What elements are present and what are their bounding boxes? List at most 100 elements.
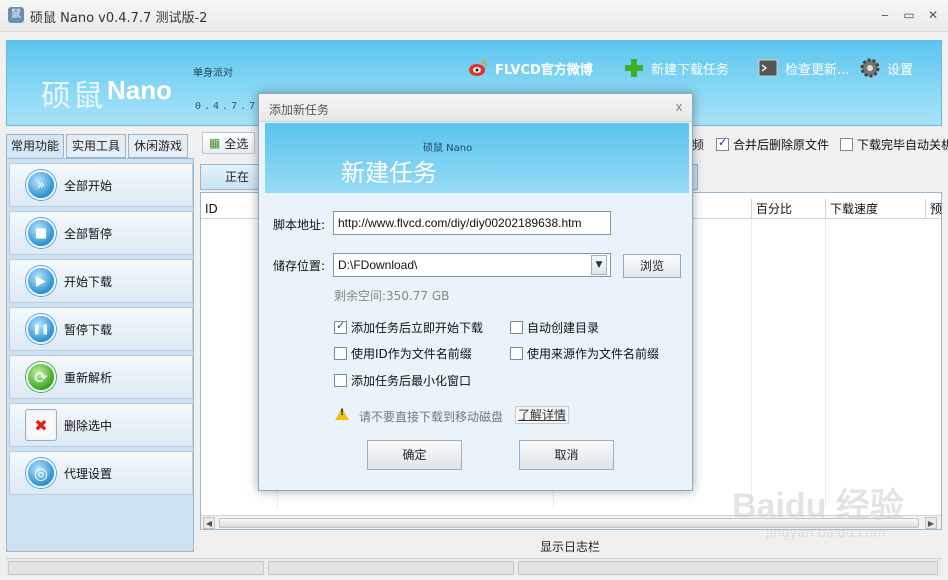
reparse-button[interactable]: ⟳ 重新解析 — [9, 355, 193, 399]
stop-icon: ■ — [26, 218, 56, 248]
script-url-label: 脚本地址: — [273, 218, 326, 232]
auto-create-dir-checkbox[interactable] — [510, 321, 523, 334]
frequency-fragment: 频 — [692, 138, 705, 152]
browse-button[interactable]: 浏览 — [623, 254, 681, 278]
watermark-main: Baidu 经验 — [732, 487, 904, 525]
dialog-title: 添加新任务 — [269, 103, 330, 117]
option-minimize[interactable]: 添加任务后最小化窗口 — [334, 372, 471, 389]
scroll-left-icon[interactable]: ◀ — [203, 517, 215, 529]
grid-line — [751, 219, 752, 509]
tab-downloading[interactable]: 正在下 — [200, 164, 260, 208]
pause-download-label: 暂停下载 — [64, 322, 113, 337]
delete-icon: ✖ — [26, 410, 56, 440]
cancel-button[interactable]: 取消 — [519, 440, 614, 470]
learn-more-link[interactable]: 了解详情 — [515, 406, 570, 424]
settings-label: 设置 — [887, 62, 914, 78]
settings-link[interactable]: 设置 — [859, 57, 913, 79]
fast-forward-icon: » — [26, 170, 56, 200]
grid-line — [825, 219, 826, 509]
pause-icon: ❚❚ — [26, 314, 56, 344]
auto-close-option[interactable]: 下载完毕自动关机 — [840, 136, 948, 153]
ok-button[interactable]: 确定 — [367, 440, 462, 470]
scroll-right-icon[interactable]: ▶ — [925, 517, 937, 529]
minimize-button[interactable]: ‒ — [876, 6, 894, 24]
column-eta[interactable]: 预 — [925, 199, 942, 219]
free-space-text: 剩余空间:350.77 GB — [334, 289, 450, 303]
dialog-title-bar: 添加新任务 x — [259, 94, 692, 122]
title-bar: 鼠 硕鼠 Nano v0.4.7.7 测试版-2 ‒ ▭ ✕ — [0, 0, 948, 32]
start-immediately-label: 添加任务后立即开始下载 — [351, 321, 484, 335]
weibo-link[interactable]: FLVCD官方微博 — [467, 57, 593, 79]
delete-selected-label: 删除选中 — [64, 418, 113, 433]
minimize-checkbox[interactable] — [334, 374, 347, 387]
proxy-settings-button[interactable]: ◎ 代理设置 — [9, 451, 193, 495]
check-update-label: 检查更新... — [785, 62, 850, 78]
pause-download-button[interactable]: ❚❚ 暂停下载 — [9, 307, 193, 351]
close-button[interactable]: ✕ — [924, 6, 942, 24]
auto-close-label: 下载完毕自动关机 — [857, 138, 948, 152]
option-start-immediately[interactable]: 添加任务后立即开始下载 — [334, 319, 483, 336]
delete-selected-button[interactable]: ✖ 删除选中 — [9, 403, 193, 447]
pause-all-button[interactable]: ■ 全部暂停 — [9, 211, 193, 255]
source-prefix-checkbox[interactable] — [510, 347, 523, 360]
globe-icon: ◎ — [26, 458, 56, 488]
tab-tools[interactable]: 实用工具 — [66, 134, 126, 158]
window-title: 硕鼠 Nano v0.4.7.7 测试版-2 — [30, 11, 208, 26]
refresh-icon: ⟳ — [26, 362, 56, 392]
status-segment — [268, 561, 514, 575]
id-prefix-checkbox[interactable] — [334, 347, 347, 360]
source-prefix-label: 使用来源作为文件名前缀 — [527, 347, 660, 361]
pause-all-label: 全部暂停 — [64, 226, 113, 241]
merge-delete-checkbox[interactable] — [716, 136, 729, 151]
option-auto-create-dir[interactable]: 自动创建目录 — [510, 319, 599, 336]
column-percent[interactable]: 百分比 — [751, 199, 825, 219]
reparse-label: 重新解析 — [64, 370, 113, 385]
start-immediately-checkbox[interactable] — [334, 319, 347, 334]
save-location-select[interactable]: D:\FDownload\ — [333, 253, 611, 277]
proxy-settings-label: 代理设置 — [64, 466, 113, 481]
dialog-header-title: 新建任务 — [341, 159, 437, 187]
slogan: 单身派对 — [193, 68, 233, 79]
tab-common[interactable]: 常用功能 — [6, 134, 64, 158]
dialog-close-button[interactable]: x — [671, 99, 687, 115]
new-task-link[interactable]: 新建下载任务 — [623, 57, 729, 79]
minimize-label: 添加任务后最小化窗口 — [351, 374, 472, 388]
option-source-prefix[interactable]: 使用来源作为文件名前缀 — [510, 345, 659, 362]
select-all-label: 全选 — [224, 136, 249, 151]
tab-games[interactable]: 休闲游戏 — [128, 134, 188, 158]
gear-icon — [859, 57, 881, 79]
logo-text-nano: Nano — [107, 75, 172, 105]
start-all-label: 全部开始 — [64, 178, 113, 193]
auto-close-checkbox[interactable] — [840, 138, 853, 151]
weibo-icon — [467, 57, 489, 79]
check-update-link[interactable]: 检查更新... — [757, 57, 849, 79]
status-segment — [8, 561, 264, 575]
start-all-button[interactable]: » 全部开始 — [9, 163, 193, 207]
new-task-link-label: 新建下载任务 — [651, 62, 730, 78]
status-bar — [6, 558, 942, 576]
weibo-link-label: FLVCD官方微博 — [495, 62, 593, 78]
save-location-label: 储存位置: — [273, 259, 326, 273]
merge-delete-label: 合并后删除原文件 — [733, 138, 830, 152]
merge-delete-option[interactable]: 合并后删除原文件 — [716, 136, 829, 153]
script-url-input[interactable]: http://www.flvcd.com/diy/diy00202189638.… — [333, 211, 611, 235]
id-prefix-label: 使用ID作为文件名前缀 — [351, 347, 472, 361]
chevron-down-icon[interactable]: ▼ — [591, 255, 607, 275]
mouse-app-icon: 鼠 — [8, 7, 24, 23]
dialog-header: 硕鼠 Nano 新建任务 — [265, 123, 689, 193]
logo-text-chinese: 硕鼠 — [41, 79, 105, 114]
plus-icon — [623, 57, 645, 79]
warning-mark: ! — [340, 408, 345, 418]
select-all-icon: ▦ — [209, 136, 221, 150]
select-all-button[interactable]: ▦ 全选 — [202, 132, 256, 154]
sidebar: » 全部开始 ■ 全部暂停 ▶ 开始下载 ❚❚ 暂停下载 ⟳ 重新解析 ✖ 删除… — [6, 158, 194, 552]
option-id-prefix[interactable]: 使用ID作为文件名前缀 — [334, 345, 472, 362]
warning-text: 请不要直接下载到移动磁盘 — [359, 410, 504, 424]
watermark-sub: jingyan.baidu.com — [766, 526, 886, 541]
terminal-icon — [757, 57, 779, 79]
maximize-button[interactable]: ▭ — [900, 6, 918, 24]
column-speed[interactable]: 下载速度 — [825, 199, 925, 219]
auto-create-dir-label: 自动创建目录 — [527, 321, 600, 335]
start-download-button[interactable]: ▶ 开始下载 — [9, 259, 193, 303]
add-task-dialog: 添加新任务 x 硕鼠 Nano 新建任务 脚本地址: http://www.fl… — [258, 93, 693, 491]
